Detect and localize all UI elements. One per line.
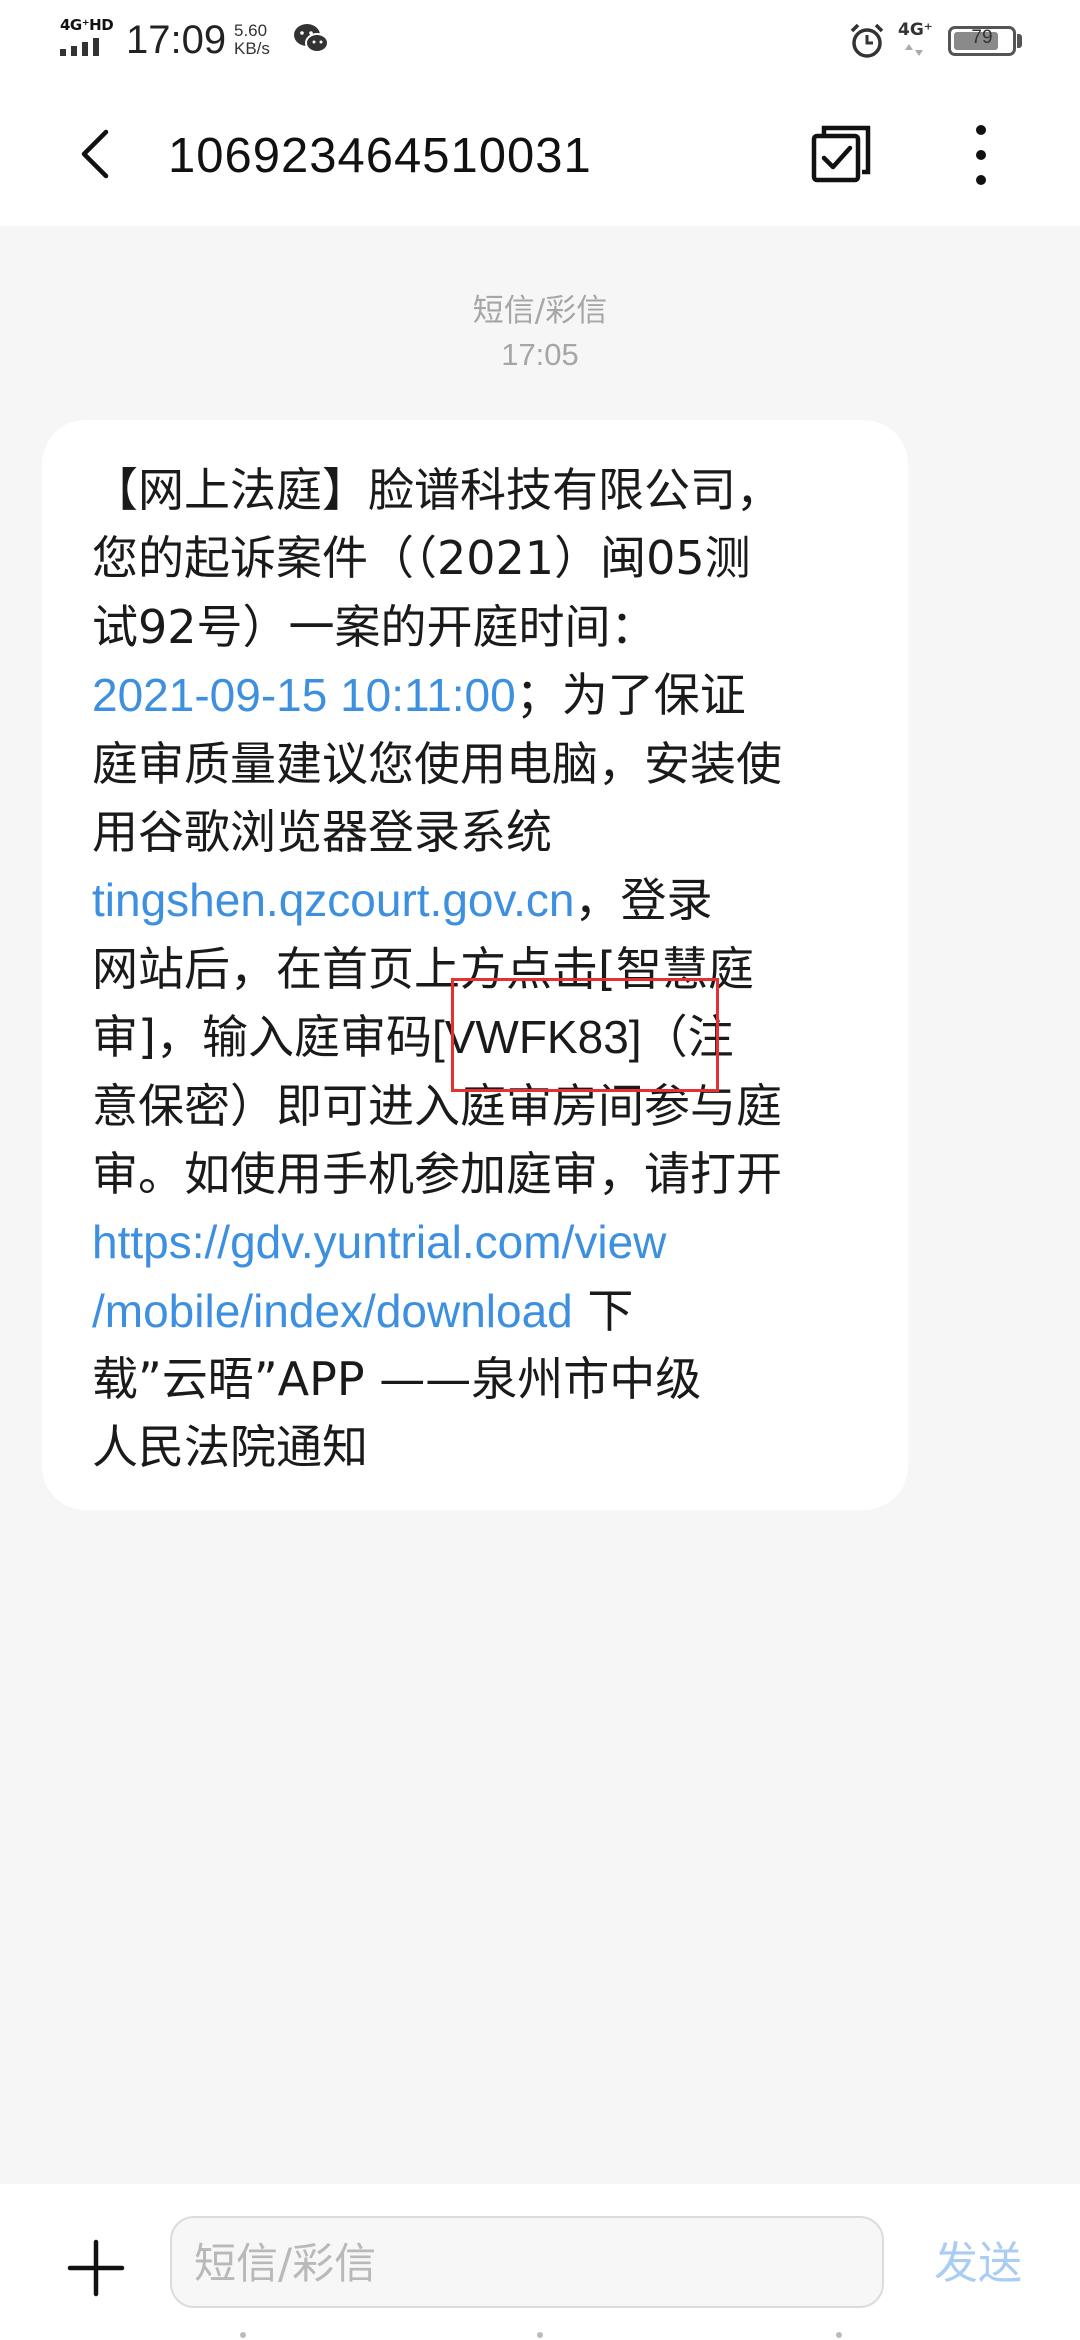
signal-strength-icon	[60, 38, 99, 56]
status-time: 17:09	[126, 18, 227, 62]
more-vertical-icon[interactable]	[956, 120, 1006, 190]
message-link[interactable]: https://gdv.yuntrial.com/view	[92, 1216, 666, 1268]
nav-dot	[836, 2332, 842, 2338]
message-text: 审]，输入庭审码	[92, 1010, 432, 1065]
message-line: 您的起诉案件（（2021）闽05测	[92, 524, 872, 592]
message-link[interactable]: 2021-09-15 10:11:00	[92, 669, 516, 721]
message-timestamp: 17:05	[501, 337, 579, 372]
mobile-data-label: 4G⁺	[898, 20, 933, 40]
compose-bar: 短信/彩信 发送	[0, 2184, 1080, 2340]
message-text: 载”云晤”APP ——泉州市中级	[92, 1352, 702, 1407]
message-text: 您的起诉案件（（2021）闽05测	[92, 531, 751, 586]
message-text: ；为了保证	[515, 668, 746, 723]
message-line: 人民法院通知	[92, 1413, 872, 1481]
network-speed: 5.60 KB/s	[234, 22, 270, 58]
battery-cap	[1017, 34, 1022, 48]
battery-icon: 79	[948, 26, 1016, 56]
message-line: 用谷歌浏览器登录系统	[92, 798, 872, 866]
message-line: 2021-09-15 10:11:00；为了保证	[92, 661, 872, 729]
alarm-clock-icon	[850, 23, 884, 58]
network-speed-value: 5.60	[234, 21, 268, 40]
message-text: 人民法院通知	[92, 1420, 368, 1475]
network-type-label: 4G⁺HD	[60, 16, 114, 34]
message-type-label: 短信/彩信	[472, 293, 608, 329]
message-line: https://gdv.yuntrial.com/view	[92, 1208, 872, 1276]
message-line: /mobile/index/download 下	[92, 1277, 872, 1345]
network-speed-unit: KB/s	[234, 39, 270, 58]
message-link[interactable]: tingshen.qzcourt.gov.cn	[92, 874, 574, 926]
message-line: 庭审质量建议您使用电脑，安装使	[92, 730, 872, 798]
data-activity-icon	[905, 44, 923, 56]
conversation-header: 106923464510031	[0, 84, 1080, 226]
conversation-title: 106923464510031	[168, 129, 592, 183]
back-arrow-icon[interactable]	[64, 122, 128, 186]
message-text: 【网上法庭】脸谱科技有限公司，	[92, 463, 782, 517]
nav-dot	[537, 2332, 543, 2338]
message-text: 庭审质量建议您使用电脑，安装使	[92, 736, 782, 791]
navigation-hint-dots	[0, 2328, 1080, 2340]
message-input[interactable]: 短信/彩信	[170, 2216, 884, 2308]
message-line: 试92号）一案的开庭时间：	[92, 593, 872, 661]
message-text: 试92号）一案的开庭时间：	[92, 599, 657, 654]
message-line: 载”云晤”APP ——泉州市中级	[92, 1345, 872, 1413]
message-text: ，登录	[574, 873, 713, 928]
wechat-notification-icon	[294, 24, 329, 53]
status-bar: 4G⁺HD 17:09 5.60 KB/s 4G⁺ 79	[0, 0, 1080, 84]
nav-dot	[240, 2332, 246, 2338]
code-highlight-box	[451, 978, 719, 1092]
message-text: 下	[572, 1283, 634, 1338]
message-body: 【网上法庭】脸谱科技有限公司， 您的起诉案件（（2021）闽05测 试92号）一案的…	[92, 456, 872, 1482]
send-button[interactable]: 发送	[934, 2236, 1022, 2292]
message-line: 审。如使用手机参加庭审，请打开	[92, 1140, 872, 1208]
message-line: tingshen.qzcourt.gov.cn，登录	[92, 866, 872, 934]
battery-percent: 79	[971, 27, 993, 48]
message-text: 用谷歌浏览器登录系统	[92, 804, 552, 859]
message-line: 【网上法庭】脸谱科技有限公司，	[92, 456, 872, 524]
multi-select-icon[interactable]	[808, 122, 874, 188]
message-input-placeholder: 短信/彩信	[194, 2239, 377, 2288]
sms-conversation-screen: 4G⁺HD 17:09 5.60 KB/s 4G⁺ 79 10692346451…	[0, 0, 1080, 2340]
message-link[interactable]: /mobile/index/download	[92, 1285, 573, 1337]
add-attachment-icon[interactable]	[66, 2238, 126, 2298]
message-text: 审。如使用手机参加庭审，请打开	[92, 1146, 782, 1201]
